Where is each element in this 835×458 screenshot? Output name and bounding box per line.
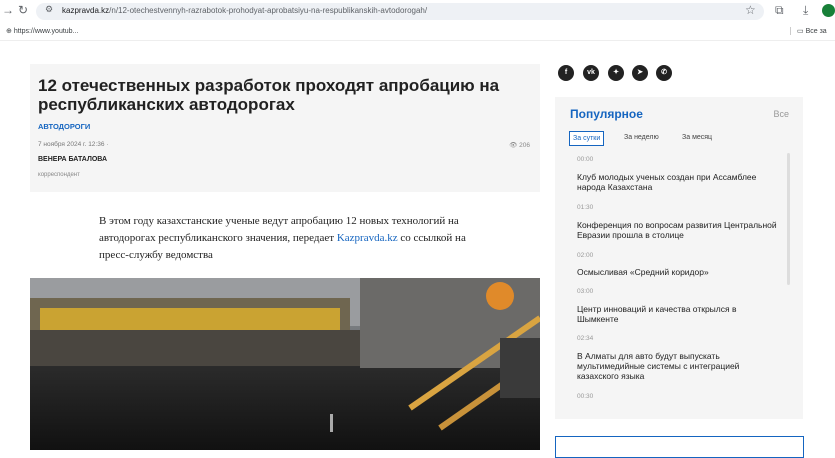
- download-icon[interactable]: ⤓: [803, 3, 808, 18]
- extensions-icon[interactable]: ⧉: [775, 3, 784, 18]
- facebook-icon[interactable]: f: [558, 65, 574, 81]
- news-item[interactable]: Конференция по вопросам развития Централ…: [577, 220, 777, 240]
- url-path: /n/12-otechestvennyh-razrabotok-prohodya…: [109, 6, 428, 15]
- source-link[interactable]: Kazpravda.kz: [337, 232, 398, 244]
- all-bookmarks[interactable]: ▭ Все за: [790, 27, 827, 35]
- tab-day[interactable]: За сутки: [569, 131, 605, 146]
- views-count: 👁 206: [509, 141, 530, 149]
- url-host: kazpravda.kz: [62, 6, 110, 15]
- subscribe-box: [555, 436, 804, 458]
- browser-toolbar: → ↻ ⚙ kazpravda.kz/n/12-otechestvennyh-r…: [0, 0, 835, 22]
- site-settings-icon[interactable]: ⚙: [45, 4, 53, 15]
- whatsapp-icon[interactable]: ✆: [656, 65, 672, 81]
- article-photo: [30, 278, 540, 450]
- youtube-bookmark-label: https://www.youtub...: [13, 28, 79, 35]
- eye-icon: 👁: [509, 142, 518, 149]
- popular-title: Популярное: [570, 107, 643, 121]
- news-item[interactable]: В Алматы для авто будут выпускать мульти…: [577, 351, 777, 381]
- popular-widget: Популярное Все За сутки За неделю За мес…: [555, 97, 803, 419]
- news-time: 01:30: [577, 204, 594, 211]
- bookmarks-bar: ⊕ https://www.youtub... ▭ Все за: [0, 24, 835, 41]
- road-works-image: [30, 278, 540, 450]
- all-bookmarks-label: Все за: [805, 28, 827, 35]
- twitter-icon[interactable]: ✦: [608, 65, 624, 81]
- views-value: 206: [519, 142, 530, 149]
- article-header: 12 отечественных разработок проходят апр…: [30, 64, 540, 192]
- reload-icon[interactable]: ↻: [18, 3, 28, 17]
- news-item[interactable]: Центр инноваций и качества открылся в Шы…: [577, 304, 777, 324]
- publish-date: 7 ноября 2024 г. 12:36 ·: [38, 141, 109, 148]
- youtube-bookmark[interactable]: ⊕ https://www.youtub...: [6, 27, 78, 35]
- news-item[interactable]: Осмысливая «Средний коридор»: [577, 267, 777, 277]
- profile-avatar[interactable]: [822, 4, 835, 17]
- news-time: 02:00: [577, 252, 594, 259]
- url-text: kazpravda.kz/n/12-otechestvennyh-razrabo…: [62, 6, 427, 15]
- popular-scrollbar[interactable]: [787, 153, 790, 285]
- rubric-link[interactable]: АВТОДОРОГИ: [38, 122, 90, 131]
- telegram-icon[interactable]: ➤: [632, 65, 648, 81]
- news-time: 02:34: [577, 335, 594, 342]
- article-lead: В этом году казахстанские ученые ведут а…: [99, 213, 479, 264]
- news-time: 00:00: [577, 156, 594, 163]
- author-name[interactable]: ВЕНЕРА БАТАЛОВА: [38, 156, 107, 163]
- news-item[interactable]: Клуб молодых ученых создан при Ассамблее…: [577, 172, 777, 192]
- article-title: 12 отечественных разработок проходят апр…: [38, 76, 500, 114]
- tab-week[interactable]: За неделю: [621, 131, 662, 144]
- popular-all-link[interactable]: Все: [773, 109, 789, 119]
- tab-month[interactable]: За месяц: [679, 131, 715, 144]
- news-time: 00:30: [577, 393, 594, 400]
- bookmark-star-icon[interactable]: ☆: [745, 3, 756, 17]
- forward-icon[interactable]: →: [2, 3, 14, 17]
- author-role: корреспондент: [38, 172, 80, 178]
- news-time: 03:00: [577, 288, 594, 295]
- vk-icon[interactable]: vk: [583, 65, 599, 81]
